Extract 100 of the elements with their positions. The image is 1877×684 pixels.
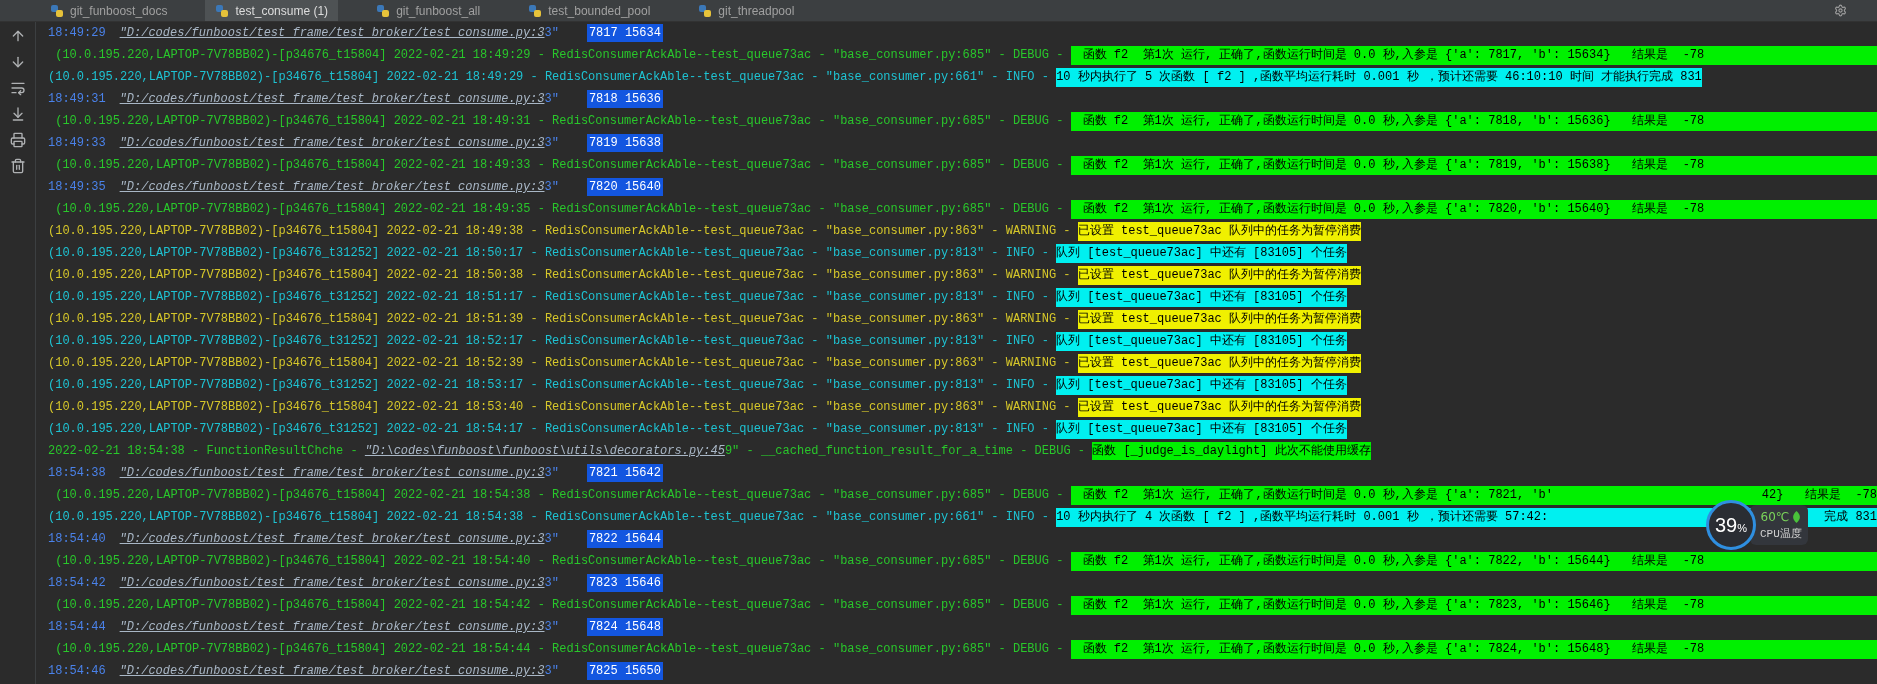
printed-value: 7819 15638 (586, 134, 663, 152)
message-text: 函数 f2 第1次 运行, 正确了,函数运行时间是 0.0 秒,入参是 {'a': 7817, 'b': 15634} 结果是 -78 (1082, 47, 1705, 64)
log-prefix: (10.0.195.220,LAPTOP-7V78BB02)-[p34676_t31252] 2022-02-21 18:53:17 - RedisConsumerAckAble--test_queue73ac - "base_consumer.py:813" - INFO - (48, 377, 1050, 394)
python-file-icon (215, 3, 230, 18)
message-text: 函数 f2 第1次 运行, 正确了,函数运行时间是 0.0 秒,入参是 {'a': 7819, 'b': 15638} 结果是 -78 (1082, 157, 1705, 174)
editor-tab[interactable]: test_bounded_pool (518, 0, 661, 21)
link-tail: 3" (544, 531, 559, 548)
message-text: 函数 f2 第1次 运行, 正确了,函数运行时间是 0.0 秒,入参是 {'a': 7818, 'b': 15636} 结果是 -78 (1082, 113, 1705, 130)
editor-tab[interactable]: git_threadpool (688, 0, 805, 21)
print-icon[interactable] (9, 132, 26, 148)
temperature-label: CPU温度 (1760, 526, 1802, 542)
log-time: 18:49:29 (48, 25, 106, 42)
message-text: 函数 f2 第1次 运行, 正确了,函数运行时间是 0.0 秒,入参是 {'a': 7820, 'b': 15640} 结果是 -78 (1082, 201, 1705, 218)
message-text: 队列 [test_queue73ac] 中还有 [83105] 个任务 (1056, 333, 1347, 350)
log-prefix: (10.0.195.220,LAPTOP-7V78BB02)-[p34676_t15804] 2022-02-21 18:54:38 - RedisConsumerAckAble--test_queue73ac - "base_consumer.py:661" - INFO - (48, 509, 1050, 526)
log-message: 函数 [_judge_is_daylight] 此次不能使用缓存 (1092, 442, 1371, 460)
log-prefix: (10.0.195.220,LAPTOP-7V78BB02)-[p34676_t15804] 2022-02-21 18:50:38 - RedisConsumerAckAble--test_queue73ac - "base_consumer.py:863" - WARNING - (48, 267, 1072, 284)
printed-value: 7824 15648 (586, 618, 663, 636)
printed-value: 7821 15642 (586, 464, 663, 482)
log-time: 18:49:31 (48, 91, 106, 108)
link-tail: 3" (544, 91, 559, 108)
editor-tab[interactable]: test_consume (1) (205, 0, 339, 21)
printed-value: 7825 15650 (586, 662, 663, 680)
message-text: 函数 f2 第1次 运行, 正确了,函数运行时间是 0.0 秒,入参是 {'a': 7824, 'b': 15648} 结果是 -78 (1082, 641, 1705, 658)
file-link[interactable]: "D:/codes/funboost/test_frame/test_broker/test_consume.py:3 (119, 178, 545, 196)
soft-wrap-icon[interactable] (9, 80, 26, 96)
log-time: 18:54:46 (48, 663, 106, 680)
log-time: 18:54:44 (48, 619, 106, 636)
printed-value: 7823 15646 (586, 574, 663, 592)
log-prefix: (10.0.195.220,LAPTOP-7V78BB02)-[p34676_t31252] 2022-02-21 18:54:17 - RedisConsumerAckAble--test_queue73ac - "base_consumer.py:813" - INFO - (48, 421, 1050, 438)
file-link[interactable]: "D:/codes/funboost/test_frame/test_broker/test_consume.py:3 (119, 464, 545, 482)
log-time: 18:49:35 (48, 179, 106, 196)
log-prefix: (10.0.195.220,LAPTOP-7V78BB02)-[p34676_t15804] 2022-02-21 18:53:40 - RedisConsumerAckAble--test_queue73ac - "base_consumer.py:863" - WARNING - (48, 399, 1072, 416)
message-text: 已设置 test_queue73ac 队列中的任务为暂停消费 (1077, 223, 1361, 240)
log-prefix: (10.0.195.220,LAPTOP-7V78BB02)-[p34676_t15804] 2022-02-21 18:52:39 - RedisConsumerAckAble--test_queue73ac - "base_consumer.py:863" - WARNING - (48, 355, 1072, 372)
link-tail: 3" (544, 135, 559, 152)
log-time: 18:54:40 (48, 531, 106, 548)
message-text: 队列 [test_queue73ac] 中还有 [83105] 个任务 (1056, 245, 1347, 262)
log-prefix: (10.0.195.220,LAPTOP-7V78BB02)-[p34676_t15804] 2022-02-21 18:54:38 - RedisConsumerAckAble--test_queue73ac - "base_consumer.py:685" - DEBUG - (54, 487, 1065, 504)
message-text: 已设置 test_queue73ac 队列中的任务为暂停消费 (1077, 355, 1361, 372)
log-prefix: (10.0.195.220,LAPTOP-7V78BB02)-[p34676_t15804] 2022-02-21 18:54:42 - RedisConsumerAckAble--test_queue73ac - "base_consumer.py:685" - DEBUG - (54, 597, 1065, 614)
editor-tab[interactable]: git_funboost_all (366, 0, 491, 21)
log-prefix: (10.0.195.220,LAPTOP-7V78BB02)-[p34676_t15804] 2022-02-21 18:49:33 - RedisConsumerAckAble--test_queue73ac - "base_consumer.py:685" - DEBUG - (54, 157, 1065, 174)
file-link[interactable]: "D:/codes/funboost/test_frame/test_broker/test_consume.py:3 (119, 530, 545, 548)
link-tail: 3" (544, 575, 559, 592)
message-text: 10 秒内执行了 4 次函数 [ f2 ] ,函数平均运行耗时 0.001 秒 ，预计还需要 57:42: (1056, 509, 1549, 526)
printed-value: 7817 15634 (586, 24, 663, 42)
log-prefix: (10.0.195.220,LAPTOP-7V78BB02)-[p34676_t15804] 2022-02-21 18:49:29 - RedisConsumerAckAble--test_queue73ac - "base_consumer.py:685" - DEBUG - (54, 47, 1065, 64)
message-text: 10 秒内执行了 5 次函数 [ f2 ] ,函数平均运行耗时 0.001 秒 ，预计还需要 46:10:10 时间 才能执行完成 831 (1056, 69, 1702, 86)
link-tail: 3" (544, 465, 559, 482)
python-file-icon (50, 3, 64, 18)
link-tail: 3" (544, 25, 559, 42)
log-prefix: 9" - __cached_function_result_for_a_time - DEBUG - (724, 443, 1086, 460)
file-link[interactable]: "D:/codes/funboost/test_frame/test_broker/test_consume.py:3 (119, 134, 545, 152)
file-link[interactable]: "D:/codes/funboost/test_frame/test_broker/test_consume.py:3 (119, 618, 545, 636)
link-tail: 3" (544, 619, 559, 636)
python-file-icon (376, 3, 391, 18)
trash-icon[interactable] (9, 158, 26, 174)
log-prefix: 2022-02-21 18:54:38 - FunctionResultChche - (48, 443, 359, 460)
log-prefix: (10.0.195.220,LAPTOP-7V78BB02)-[p34676_t15804] 2022-02-21 18:49:35 - RedisConsumerAckAble--test_queue73ac - "base_consumer.py:685" - DEBUG - (54, 201, 1065, 218)
log-prefix: (10.0.195.220,LAPTOP-7V78BB02)-[p34676_t31252] 2022-02-21 18:51:17 - RedisConsumerAckAble--test_queue73ac - "base_consumer.py:813" - INFO - (48, 289, 1050, 306)
printed-value: 7822 15644 (586, 530, 663, 548)
log-time: 18:54:42 (48, 575, 106, 592)
log-prefix: (10.0.195.220,LAPTOP-7V78BB02)-[p34676_t31252] 2022-02-21 18:50:17 - RedisConsumerAckAble--test_queue73ac - "base_consumer.py:813" - INFO - (48, 245, 1050, 262)
message-text: 队列 [test_queue73ac] 中还有 [83105] 个任务 (1056, 421, 1347, 438)
printed-value: 7820 15640 (586, 178, 663, 196)
editor-tab[interactable]: git_funboost_docs (40, 0, 178, 21)
message-text: 队列 [test_queue73ac] 中还有 [83105] 个任务 (1056, 377, 1347, 394)
leaf-icon (1792, 510, 1802, 523)
message-text: 已设置 test_queue73ac 队列中的任务为暂停消费 (1077, 267, 1361, 284)
log-prefix: (10.0.195.220,LAPTOP-7V78BB02)-[p34676_t15804] 2022-02-21 18:49:38 - RedisConsumerAckAble--test_queue73ac - "base_consumer.py:863" - WARNING - (48, 223, 1072, 240)
cpu-usage-gauge: 39% (1706, 500, 1756, 550)
message-text: 已设置 test_queue73ac 队列中的任务为暂停消费 (1077, 311, 1361, 328)
message-text: 完成 831 (1824, 509, 1877, 526)
message-text: 函数 f2 第1次 运行, 正确了,函数运行时间是 0.0 秒,入参是 {'a': 7821, 'b' (1082, 487, 1553, 504)
link-tail: 3" (544, 179, 559, 196)
log-prefix: (10.0.195.220,LAPTOP-7V78BB02)-[p34676_t15804] 2022-02-21 18:49:29 - RedisConsumerAckAble--test_queue73ac - "base_consumer.py:661" - INFO - (48, 69, 1050, 86)
message-text: 队列 [test_queue73ac] 中还有 [83105] 个任务 (1056, 289, 1347, 306)
link-tail: 3" (544, 663, 559, 680)
log-prefix: (10.0.195.220,LAPTOP-7V78BB02)-[p34676_t15804] 2022-02-21 18:49:31 - RedisConsumerAckAble--test_queue73ac - "base_consumer.py:685" - DEBUG - (54, 113, 1065, 130)
file-link[interactable]: "D:/codes/funboost/test_frame/test_broker/test_consume.py:3 (119, 24, 545, 42)
log-prefix: (10.0.195.220,LAPTOP-7V78BB02)-[p34676_t15804] 2022-02-21 18:54:44 - RedisConsumerAckAble--test_queue73ac - "base_consumer.py:685" - DEBUG - (54, 641, 1065, 658)
python-file-icon (528, 3, 543, 18)
file-link[interactable]: "D:/codes/funboost/test_frame/test_broker/test_consume.py:3 (119, 574, 545, 592)
log-prefix: (10.0.195.220,LAPTOP-7V78BB02)-[p34676_t15804] 2022-02-21 18:51:39 - RedisConsumerAckAble--test_queue73ac - "base_consumer.py:863" - WARNING - (48, 311, 1072, 328)
message-text: 已设置 test_queue73ac 队列中的任务为暂停消费 (1077, 399, 1361, 416)
file-link[interactable]: "D:/codes/funboost/test_frame/test_broker/test_consume.py:3 (119, 90, 545, 108)
log-time: 18:49:33 (48, 135, 106, 152)
printed-value: 7818 15636 (586, 90, 663, 108)
message-text: 函数 f2 第1次 运行, 正确了,函数运行时间是 0.0 秒,入参是 {'a': 7823, 'b': 15646} 结果是 -78 (1082, 597, 1705, 614)
file-link[interactable]: "D:\codes\funboost\funboost\utils\decorators.py:45 (364, 442, 725, 460)
temperature-value: 60℃ (1760, 508, 1790, 526)
message-text: 函数 f2 第1次 运行, 正确了,函数运行时间是 0.0 秒,入参是 {'a': 7822, 'b': 15644} 结果是 -78 (1082, 553, 1705, 570)
file-link[interactable]: "D:/codes/funboost/test_frame/test_broker/test_consume.py:3 (119, 662, 545, 680)
python-file-icon (698, 3, 713, 18)
message-text: 42} 结果是 -78 (1761, 487, 1877, 504)
settings-icon[interactable] (1834, 4, 1847, 17)
log-prefix: (10.0.195.220,LAPTOP-7V78BB02)-[p34676_t15804] 2022-02-21 18:54:40 - RedisConsumerAckAble--test_queue73ac - "base_consumer.py:685" - DEBUG - (54, 553, 1065, 570)
log-time: 18:54:38 (48, 465, 106, 482)
log-prefix: (10.0.195.220,LAPTOP-7V78BB02)-[p34676_t31252] 2022-02-21 18:52:17 - RedisConsumerAckAble--test_queue73ac - "base_consumer.py:813" - INFO - (48, 333, 1050, 350)
